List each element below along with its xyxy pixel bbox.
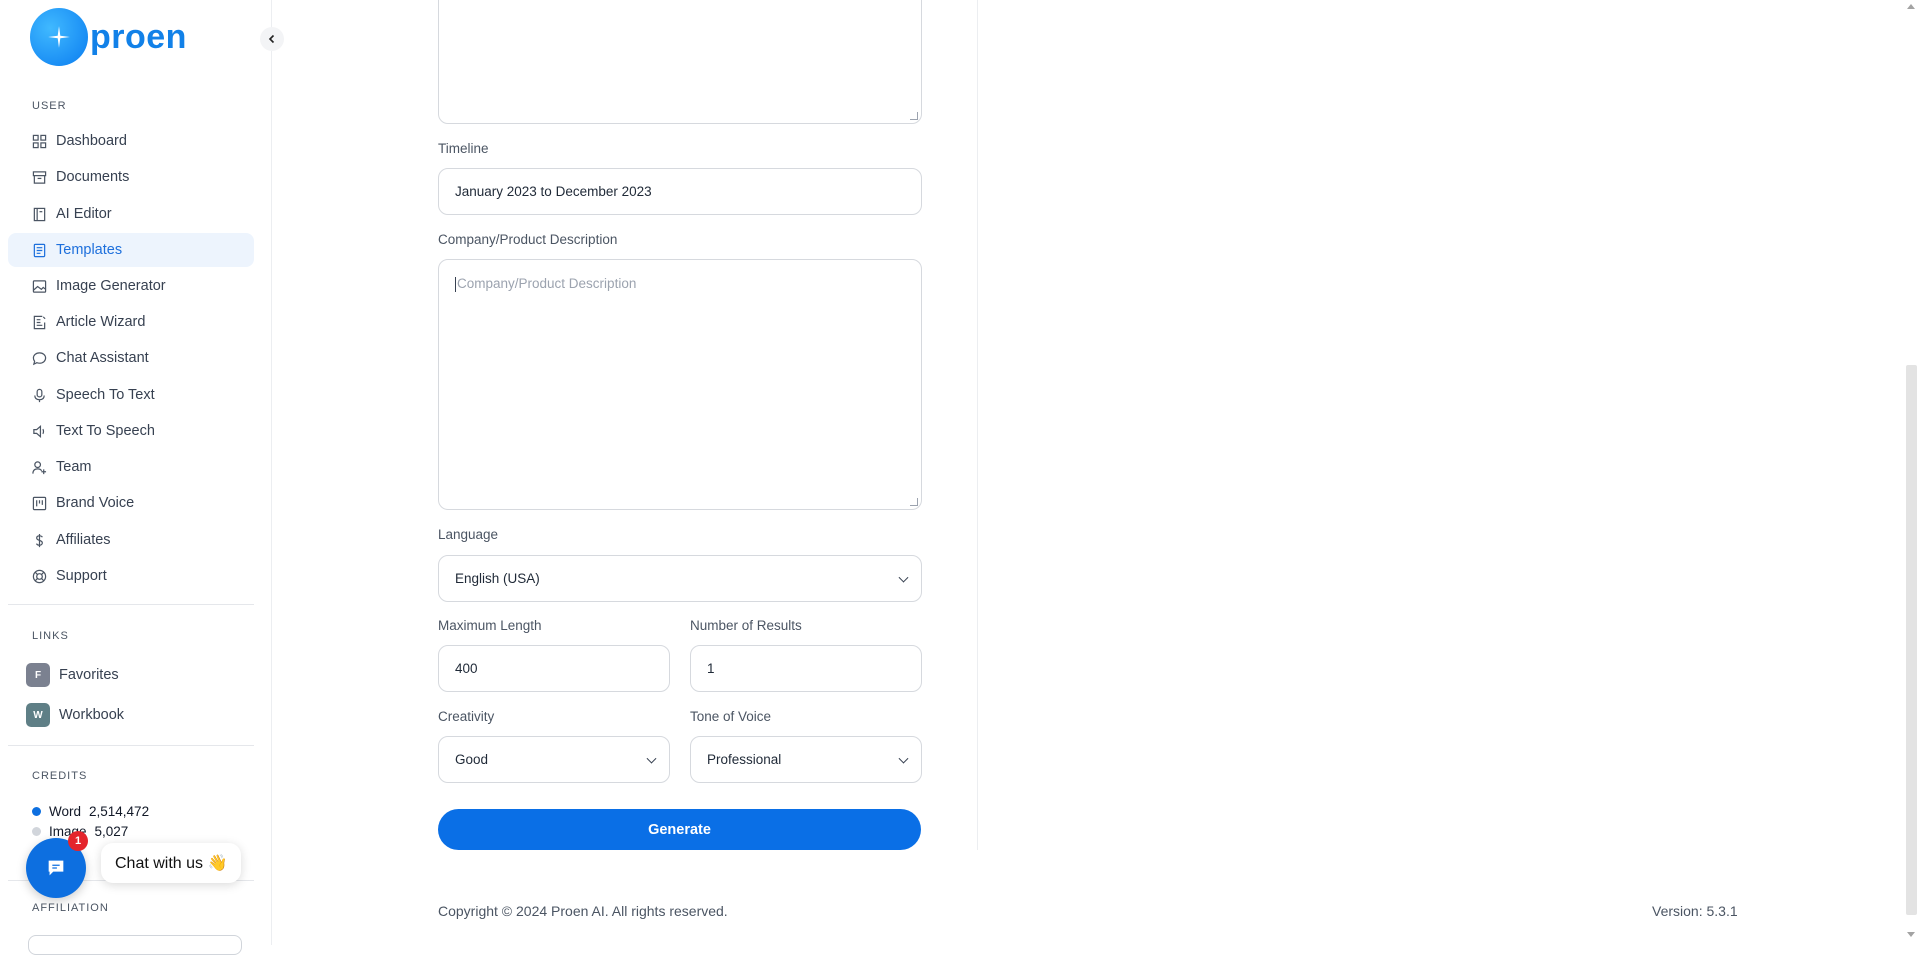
chat-notification-badge: 1	[68, 831, 88, 851]
credit-word: Word 2,514,472	[32, 804, 149, 819]
sidebar-item-image-generator[interactable]: Image Generator	[8, 269, 254, 303]
max-length-label: Maximum Length	[438, 618, 542, 633]
chevron-down-icon	[898, 753, 909, 764]
word-dot-icon	[32, 807, 41, 816]
sidebar-item-label: Affiliates	[56, 532, 111, 548]
chat-icon	[31, 350, 47, 366]
archive-icon	[31, 169, 47, 185]
sidebar-divider	[8, 745, 254, 746]
sidebar-item-label: Templates	[56, 242, 123, 258]
tone-label: Tone of Voice	[690, 709, 772, 724]
sidebar-item-support[interactable]: Support	[8, 559, 254, 593]
speaker-icon	[31, 423, 47, 439]
sidebar-item-label: Text To Speech	[56, 423, 155, 439]
sidebar-item-label: Team	[56, 459, 92, 475]
sidebar-item-affiliates[interactable]: Affiliates	[8, 523, 254, 557]
sidebar-item-templates[interactable]: Templates	[8, 233, 254, 267]
sidebar-item-label: Image Generator	[56, 278, 166, 294]
description-placeholder: Company/Product Description	[457, 276, 637, 291]
link-label: Workbook	[59, 707, 125, 723]
scroll-down-icon[interactable]	[1907, 932, 1915, 937]
language-value: English (USA)	[455, 571, 540, 586]
description-textarea[interactable]: Company/Product Description	[438, 259, 922, 510]
sidebar-item-chat-assistant[interactable]: Chat Assistant	[8, 341, 254, 375]
sidebar-item-dashboard[interactable]: Dashboard	[8, 124, 254, 158]
dollar-icon	[31, 532, 47, 548]
num-results-input[interactable]: 1	[690, 645, 922, 692]
image-icon	[31, 278, 47, 294]
sidebar-item-text-to-speech[interactable]: Text To Speech	[8, 414, 254, 448]
section-label-credits: CREDITS	[32, 770, 88, 782]
image-dot-icon	[32, 827, 41, 836]
favorites-badge: F	[26, 663, 50, 687]
tone-value: Professional	[707, 752, 782, 767]
sidebar-item-documents[interactable]: Documents	[8, 160, 254, 194]
template-icon	[31, 242, 47, 258]
dashboard-icon	[31, 133, 47, 149]
sidebar-item-article-wizard[interactable]: Article Wizard	[8, 305, 254, 339]
creativity-value: Good	[455, 752, 489, 767]
affiliation-box[interactable]	[28, 935, 242, 955]
creativity-label: Creativity	[438, 709, 495, 724]
footer-copyright: Copyright © 2024 Proen AI. All rights re…	[438, 903, 728, 919]
credit-value: 5,027	[94, 824, 129, 839]
sidebar-item-label: Article Wizard	[56, 314, 146, 330]
tone-select[interactable]: Professional	[690, 736, 922, 783]
scroll-up-icon[interactable]	[1907, 4, 1915, 9]
collapse-sidebar-button[interactable]	[260, 27, 284, 51]
creativity-select[interactable]: Good	[438, 736, 670, 783]
link-favorites[interactable]: F Favorites	[26, 663, 119, 687]
link-label: Favorites	[59, 667, 119, 683]
brand-icon	[31, 495, 47, 511]
timeline-label: Timeline	[438, 141, 489, 156]
sidebar-divider	[8, 604, 254, 605]
max-length-input[interactable]: 400	[438, 645, 670, 692]
link-workbook[interactable]: W Workbook	[26, 703, 124, 727]
num-results-label: Number of Results	[690, 618, 802, 633]
sidebar-item-label: Documents	[56, 169, 130, 185]
previous-textarea[interactable]	[438, 0, 922, 124]
section-label-user: USER	[32, 100, 67, 112]
description-label: Company/Product Description	[438, 232, 618, 247]
timeline-input[interactable]: January 2023 to December 2023	[438, 168, 922, 215]
page-scrollbar[interactable]	[1906, 365, 1917, 915]
workbook-badge: W	[26, 703, 50, 727]
chevron-down-icon	[646, 753, 657, 764]
footer-version: Version: 5.3.1	[1652, 903, 1738, 919]
sparkle-icon	[30, 8, 88, 66]
lifebuoy-icon	[31, 568, 47, 584]
sidebar: proen USER Dashboard Documents AI Editor…	[0, 0, 284, 955]
sidebar-item-label: Chat Assistant	[56, 350, 149, 366]
text-cursor	[455, 276, 456, 292]
sidebar-item-brand-voice[interactable]: Brand Voice	[8, 486, 254, 520]
sidebar-item-team[interactable]: Team	[8, 450, 254, 484]
sidebar-item-label: Dashboard	[56, 133, 127, 149]
brand-logo[interactable]: proen	[30, 8, 187, 66]
resize-handle-icon	[910, 498, 918, 506]
resize-handle-icon	[910, 112, 918, 120]
sidebar-item-ai-editor[interactable]: AI Editor	[8, 197, 254, 231]
sidebar-item-label: Speech To Text	[56, 387, 155, 403]
section-label-links: LINKS	[32, 630, 69, 642]
sidebar-item-label: Support	[56, 568, 107, 584]
chevron-left-icon	[268, 34, 275, 44]
microphone-icon	[31, 387, 47, 403]
chat-bubble-icon	[48, 860, 64, 876]
section-label-affiliation: AFFILIATION	[32, 902, 109, 914]
sidebar-item-speech-to-text[interactable]: Speech To Text	[8, 378, 254, 412]
content-divider	[977, 0, 978, 850]
user-plus-icon	[31, 459, 47, 475]
notebook-icon	[31, 206, 47, 222]
chat-with-us-bubble[interactable]: Chat with us 👋	[101, 843, 242, 883]
chevron-down-icon	[898, 572, 909, 583]
credit-label: Word	[49, 804, 82, 819]
sidebar-item-label: Brand Voice	[56, 495, 135, 511]
language-label: Language	[438, 527, 499, 542]
sidebar-item-label: AI Editor	[56, 206, 112, 222]
article-icon	[31, 314, 47, 330]
generate-button[interactable]: Generate	[438, 809, 921, 850]
credit-value: 2,514,472	[89, 804, 150, 819]
brand-name: proen	[90, 17, 187, 56]
language-select[interactable]: English (USA)	[438, 555, 922, 602]
